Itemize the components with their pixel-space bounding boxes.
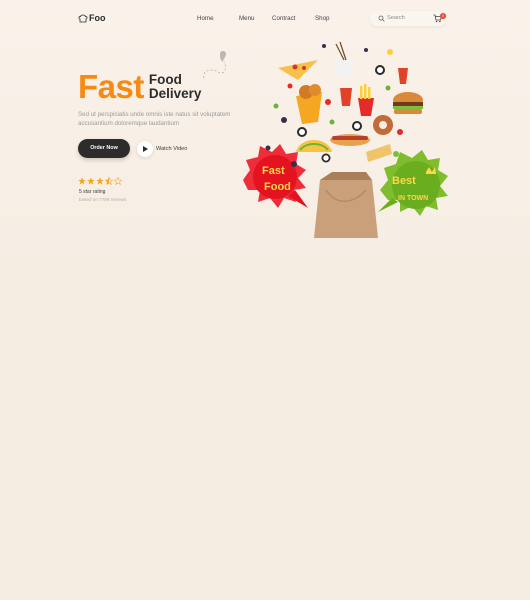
play-video-button[interactable] [137, 141, 153, 157]
star-icon [78, 177, 86, 185]
logo-text: Foo [89, 13, 106, 23]
main-menu: Home Menu Contract Shop [197, 15, 329, 22]
play-icon [143, 146, 148, 152]
hero-title-line2: Delivery [148, 86, 202, 101]
hero-title-accent: Fast [78, 68, 144, 105]
order-now-button[interactable]: Order Now [78, 139, 130, 158]
search-input[interactable]: Search [387, 15, 405, 21]
nav-item-menu[interactable]: Menu [239, 15, 272, 22]
hero-title: Fast Food Delivery [78, 70, 201, 104]
badge-right-line2: IN TOWN [398, 195, 428, 202]
hero-title-rest: Food Delivery [149, 73, 202, 101]
star-empty-icon [114, 177, 122, 185]
fast-food-illustration: Fast Food Best IN TOWN [243, 41, 448, 238]
nav-item-shop[interactable]: Shop [315, 15, 329, 22]
navbar: Foo Home Menu Contract Shop Search 0 [0, 11, 530, 29]
chef-hat-icon [78, 14, 88, 22]
nav-item-home[interactable]: Home [197, 15, 239, 22]
hero-title-line1: Food [148, 72, 182, 87]
rating-label: 5 star rating [79, 189, 106, 195]
logo[interactable]: Foo [78, 13, 106, 23]
badge-left-line2: Food [264, 181, 291, 193]
badge-right-line1: Best [392, 175, 416, 187]
search-icon [378, 15, 385, 22]
badge-left-line1: Fast [262, 165, 285, 177]
star-icon [87, 177, 95, 185]
hero-description: Sed ut perspiciatis unde omnis iste natu… [78, 111, 231, 127]
decorative-doodle-icon [203, 51, 226, 79]
reviews-count: based on 7788 reviews [79, 197, 127, 202]
star-rating [78, 177, 122, 185]
watch-video-link[interactable]: Watch Video [156, 146, 187, 152]
hero-section: Foo Home Menu Contract Shop Search 0 Fas… [0, 0, 530, 262]
star-half-icon [105, 177, 113, 185]
star-icon [96, 177, 104, 185]
nav-item-contract[interactable]: Contract [272, 15, 315, 22]
cart-badge: 0 [440, 13, 446, 19]
